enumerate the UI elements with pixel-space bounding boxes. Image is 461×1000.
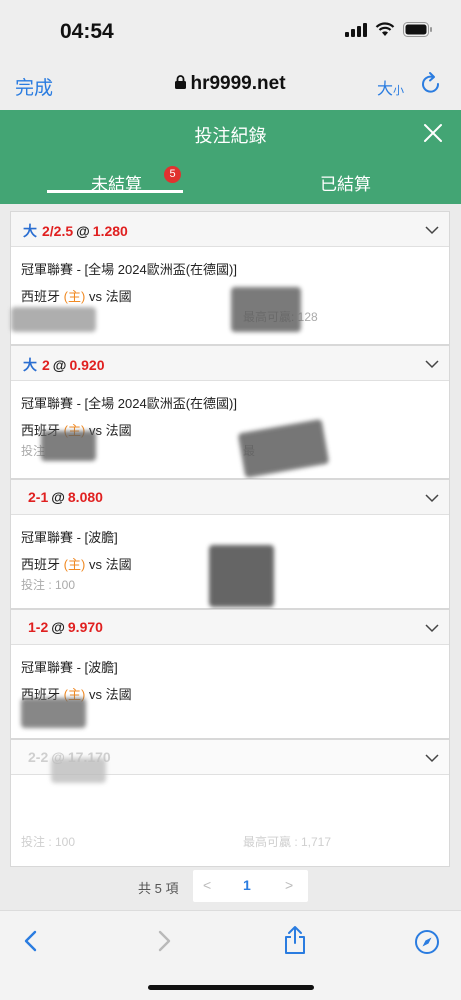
bet-side: 大 [23, 223, 37, 239]
bet-header: 1-2 @9.970 [11, 610, 449, 645]
modal-title: 投注紀錄 [194, 126, 267, 146]
redaction-scribble [51, 758, 106, 783]
text-size-button[interactable]: 大小 [377, 75, 404, 99]
away-team: 法國 [105, 423, 132, 438]
bet-side: 大 [23, 357, 37, 373]
bet-card[interactable]: 2-2 @17.170 投注 : 100 最高可贏 : 1,717 [10, 739, 450, 867]
bet-header: 大 2 @0.920 [11, 346, 449, 381]
chevron-down-icon[interactable] [425, 620, 439, 636]
league-name: 冠軍聯賽 - [全場 2024歐洲盃(在德國)] [21, 396, 237, 411]
share-icon[interactable] [283, 925, 307, 960]
home-team: 西班牙 [21, 289, 61, 304]
status-icons [345, 22, 433, 37]
league-name: 冠軍聯賽 - [全場 2024歐洲盃(在德國)] [21, 262, 237, 277]
back-icon[interactable] [22, 929, 40, 958]
bet-tabs: 未結算 已結算 [0, 158, 461, 204]
bet-odds: 1.280 [92, 223, 128, 239]
redaction-scribble [21, 698, 86, 728]
reload-icon[interactable] [420, 71, 442, 100]
home-tag: (主) [63, 289, 86, 304]
compass-icon[interactable] [414, 929, 440, 960]
away-team: 法國 [105, 687, 132, 702]
chevron-down-icon[interactable] [425, 222, 439, 238]
pagination: 共 5 項 < 1 > [0, 870, 461, 902]
bet-list: 大 2/2.5 @1.280 冠軍聯賽 - [全場 2024歐洲盃(在德國)] 西班… [10, 211, 450, 867]
browser-bar: 完成 hr9999.net 大小 [0, 62, 461, 110]
bet-at: @ [51, 489, 65, 505]
league-name: 冠軍聯賽 - [波膽] [21, 660, 118, 675]
redaction-scribble [11, 307, 96, 332]
vs-label: vs [88, 557, 102, 572]
bet-card[interactable]: 2-1 @8.080 冠軍聯賽 - [波膽] 西班牙 (主) vs 法國 投注 :… [10, 479, 450, 609]
text-size-big: 大 [377, 81, 394, 98]
redaction-scribble [41, 431, 96, 461]
bet-card[interactable]: 大 2/2.5 @1.280 冠軍聯賽 - [全場 2024歐洲盃(在德國)] 西班… [10, 211, 450, 345]
status-bar: 04:54 [0, 0, 461, 62]
bet-line: 2-1 [28, 489, 49, 505]
home-tag: (主) [63, 557, 86, 572]
stake-row: 投注 : 100 最高可贏 : 1,717 [21, 833, 449, 857]
pagination-total: 共 5 項 [138, 881, 179, 896]
bet-body: 投注 : 100 最高可贏 : 1,717 [11, 775, 449, 857]
home-indicator [148, 985, 314, 990]
pagination-controls: < 1 > [193, 870, 308, 902]
text-size-small: 小 [393, 85, 405, 97]
wifi-icon [375, 22, 395, 36]
bet-header: 2-1 @8.080 [11, 480, 449, 515]
bet-at: @ [51, 619, 65, 635]
url-text: hr9999.net [190, 73, 286, 95]
chevron-down-icon[interactable] [425, 356, 439, 372]
tab-settled[interactable]: 已結算 [320, 170, 371, 195]
stake-label: 投注 : 100 [21, 835, 76, 849]
status-time: 04:54 [60, 20, 114, 43]
unsettled-count-badge: 5 [164, 166, 181, 183]
bet-at: @ [52, 357, 67, 373]
stake-label: 投注 : 100 [21, 578, 76, 592]
bet-header: 大 2/2.5 @1.280 [11, 212, 449, 247]
bet-odds: 0.920 [69, 357, 105, 373]
bet-card[interactable]: 1-2 @9.970 冠軍聯賽 - [波膽] 西班牙 (主) vs 法國 [10, 609, 450, 739]
bet-line: 2/2.5 [42, 223, 74, 239]
current-page[interactable]: 1 [243, 877, 251, 893]
signal-icon [345, 22, 367, 37]
bet-line: 2-2 [28, 749, 49, 765]
forward-icon[interactable] [155, 929, 173, 958]
modal-header: 投注紀錄 [0, 110, 461, 158]
chevron-down-icon[interactable] [425, 490, 439, 506]
active-tab-indicator [47, 190, 183, 193]
bet-line: 1-2 [28, 619, 49, 635]
bet-line: 2 [42, 357, 50, 373]
bet-at: @ [76, 223, 90, 239]
chevron-down-icon[interactable] [425, 750, 439, 766]
vs-label: vs [88, 687, 102, 702]
max-win-label: 最高可贏 : 1,717 [243, 835, 332, 849]
vs-label: vs [88, 289, 102, 304]
bet-card[interactable]: 大2@0.920 冠軍聯賽 - [全場 2024歐洲盃(在德國)] 西班牙 (主… [10, 345, 450, 479]
battery-icon [403, 22, 432, 37]
bet-odds: 9.970 [67, 619, 103, 635]
next-page-button[interactable]: > [285, 877, 293, 893]
redaction-scribble [231, 287, 301, 332]
lock-icon [175, 73, 187, 95]
prev-page-button[interactable]: < [203, 877, 211, 893]
redaction-scribble [209, 545, 274, 607]
close-icon[interactable] [422, 122, 444, 149]
bet-odds: 8.080 [67, 489, 103, 505]
away-team: 法國 [105, 557, 132, 572]
away-team: 法國 [105, 289, 132, 304]
home-team: 西班牙 [21, 557, 61, 572]
